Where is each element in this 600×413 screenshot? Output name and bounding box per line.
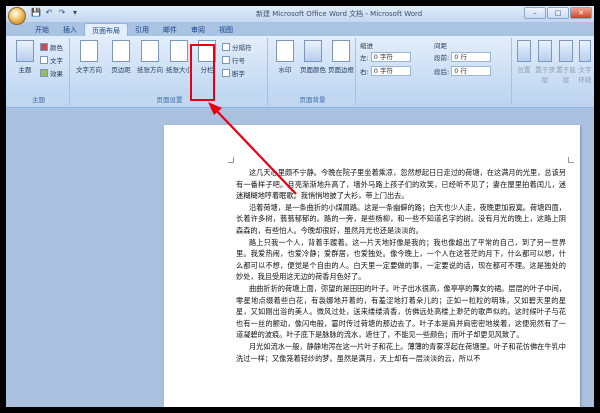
themes-button[interactable]: 主题 (10, 40, 40, 74)
indent-right-input[interactable]: 0 字符 (370, 66, 411, 76)
effects-icon (40, 69, 48, 77)
page-borders-icon (332, 40, 350, 62)
title-bar: 💾 ↶ ↷ ▾ 新建 Microsoft Office Word 文档 - Mi… (6, 6, 594, 25)
tab-review[interactable]: 审阅 (184, 23, 212, 36)
indent-left-row: 左: 0 字符 (360, 52, 411, 62)
page-setup-group-label: 页面设置 (72, 95, 267, 105)
document-area: 这几天心里颇不宁静。今晚在院子里坐着乘凉，忽然想起日日走过的荷塘，在这满月的光里… (6, 109, 594, 407)
window-title: 新建 Microsoft Office Word 文档 - Microsoft … (256, 10, 423, 18)
theme-colors-button[interactable]: 颜色 (40, 42, 63, 52)
office-button[interactable] (8, 7, 26, 25)
page-background-group-label: 页面背景 (270, 95, 355, 105)
tab-view[interactable]: 视图 (212, 23, 240, 36)
bring-front-icon (538, 40, 552, 62)
spacing-after-row: 段后: 0 行 (434, 66, 492, 76)
maximize-button[interactable]: □ (547, 7, 569, 19)
watermark-button[interactable]: 水印 (270, 40, 300, 74)
text-direction-button[interactable]: 文字方向 (74, 40, 104, 74)
hyphenation-icon (222, 69, 230, 77)
text-direction-icon (80, 40, 98, 62)
indent-label: 缩进 (360, 42, 373, 50)
paragraph: 曲曲折折的荷塘上面，弥望的是田田的叶子。叶子出水很高，像亭亭的舞女的裙。层层的叶… (236, 283, 566, 340)
page-setup-group: 文字方向 页边距 纸张方向 纸张大小 分栏 分隔符 行号 断字 页面设置 (72, 38, 268, 105)
margin-marker-tr (568, 157, 574, 163)
window-controls: – □ ✕ (524, 7, 592, 19)
spacing-label: 间距 (434, 42, 447, 50)
spacing-before-input[interactable]: 0 行 (451, 52, 492, 62)
line-numbers-button[interactable]: 行号 (222, 55, 245, 65)
theme-fonts-button[interactable]: 文字 (40, 55, 63, 65)
tab-insert[interactable]: 插入 (56, 23, 84, 36)
customize-qat-icon[interactable]: ▾ (70, 8, 80, 18)
page-borders-button[interactable]: 页面边框 (326, 40, 356, 74)
margins-icon (112, 40, 130, 62)
spacing-before-row: 段前: 0 行 (434, 52, 492, 62)
themes-group-label: 主题 (8, 95, 69, 105)
page-color-icon (304, 40, 322, 62)
paragraph: 路上只我一个人，背着手踱着。这一片天地好像是我的；我也像超出了平常的自己，到了另… (236, 237, 566, 282)
margins-button[interactable]: 页边距 (106, 40, 136, 74)
colors-icon (40, 43, 48, 51)
send-back-button[interactable]: 置于底层 (556, 40, 576, 84)
position-icon (517, 40, 531, 62)
indent-left-input[interactable]: 0 字符 (370, 52, 411, 62)
ribbon: 主题 颜色 文字 效果 主题 文字方向 页边距 纸张方向 纸张大小 分栏 分隔符… (6, 36, 594, 108)
themes-group: 主题 颜色 文字 效果 主题 (8, 38, 70, 105)
orientation-button[interactable]: 纸张方向 (135, 40, 165, 74)
line-numbers-icon (222, 56, 230, 64)
theme-effects-button[interactable]: 效果 (40, 68, 63, 78)
tab-references[interactable]: 引用 (128, 23, 156, 36)
breaks-icon (222, 43, 230, 51)
hyphenation-button[interactable]: 断字 (222, 68, 245, 78)
bring-front-button[interactable]: 置于顶层 (535, 40, 555, 84)
word-window: 💾 ↶ ↷ ▾ 新建 Microsoft Office Word 文档 - Mi… (6, 6, 594, 407)
undo-icon[interactable]: ↶ (44, 8, 54, 18)
paragraph: 这几天心里颇不宁静。今晚在院子里坐着乘凉，忽然想起日日走过的荷塘，在这满月的光里… (236, 168, 566, 201)
page-background-group: 水印 页面颜色 页面边框 页面背景 (270, 38, 356, 105)
columns-highlight-box (190, 44, 215, 101)
paragraph: 沿着荷塘，是一条曲折的小煤屑路。这是一条幽僻的路；白天也少人走，夜晚更加寂寞。荷… (236, 202, 566, 235)
paragraph: 月光如流水一般，静静地泻在这一片叶子和花上。薄薄的青雾浮起在荷塘里。叶子和花仿佛… (236, 341, 566, 363)
watermark-icon (276, 40, 294, 62)
size-icon (170, 40, 188, 62)
themes-icon (16, 40, 34, 62)
quick-access-toolbar: 💾 ↶ ↷ ▾ (31, 8, 80, 18)
ribbon-tabs: 开始 插入 页面布局 引用 邮件 审阅 视图 (28, 23, 240, 36)
text-wrap-icon (579, 40, 591, 62)
send-back-icon (559, 40, 573, 62)
page-color-button[interactable]: 页面颜色 (298, 40, 328, 74)
paragraph-group: 缩进 左: 0 字符 右: 0 字符 间距 段前: 0 行 段后: 0 行 (358, 38, 512, 105)
save-icon[interactable]: 💾 (31, 8, 41, 18)
tab-page-layout[interactable]: 页面布局 (84, 23, 128, 36)
fonts-icon (40, 56, 48, 64)
indent-right-row: 右: 0 字符 (360, 66, 411, 76)
close-button[interactable]: ✕ (570, 7, 592, 19)
spacing-after-input[interactable]: 0 行 (451, 66, 492, 76)
tab-home[interactable]: 开始 (28, 23, 56, 36)
position-button[interactable]: 位置 (514, 40, 534, 74)
document-body[interactable]: 这几天心里颇不宁静。今晚在院子里坐着乘凉，忽然想起日日走过的荷塘，在这满月的光里… (236, 167, 566, 364)
arrange-group: 位置 置于顶层 置于底层 文字环绕 (514, 38, 594, 105)
margin-marker-tl (228, 157, 234, 163)
tab-mailings[interactable]: 邮件 (156, 23, 184, 36)
breaks-button[interactable]: 分隔符 (222, 42, 252, 52)
text-wrap-button[interactable]: 文字环绕 (576, 40, 594, 84)
minimize-button[interactable]: – (524, 7, 546, 19)
redo-icon[interactable]: ↷ (57, 8, 67, 18)
document-page[interactable]: 这几天心里颇不宁静。今晚在院子里坐着乘凉，忽然想起日日走过的荷塘，在这满月的光里… (164, 125, 580, 407)
orientation-icon (141, 40, 159, 62)
